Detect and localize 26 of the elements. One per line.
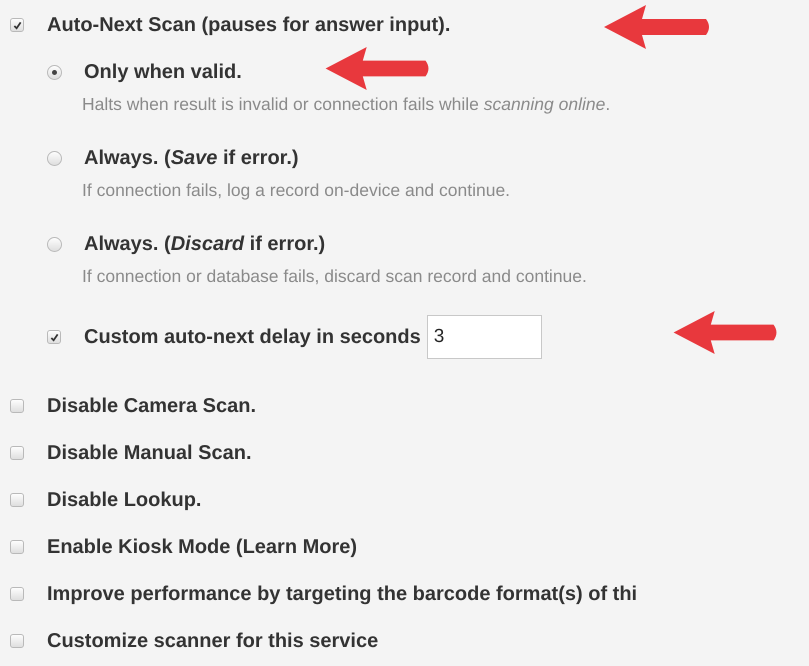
checkbox[interactable] — [10, 493, 24, 507]
option-label: Improve performance by targeting the barcode format(s) of thi — [47, 582, 638, 606]
radio-button[interactable] — [47, 150, 62, 166]
radio-label: Always. (Discard if error.) — [84, 232, 326, 256]
option-description: Halts when result is invalid or connection fails while scanning online. — [82, 93, 612, 116]
checkbox[interactable] — [10, 587, 24, 601]
radio-label: Always. (Save if error.) — [84, 146, 299, 170]
option-label: Custom auto-next delay in seconds — [84, 326, 421, 348]
radio-label: Only when valid. — [84, 60, 242, 84]
delay-input[interactable]: 3 — [426, 315, 542, 359]
option-label: Customize scanner for this service — [47, 630, 378, 652]
checkbox[interactable] — [10, 446, 24, 460]
option-label: Enable Kiosk Mode (Learn More) — [47, 536, 358, 558]
option-label: Disable Manual Scan. — [47, 442, 252, 464]
radio-button[interactable] — [47, 64, 62, 80]
checkbox[interactable] — [47, 330, 61, 344]
option-description: If connection fails, log a record on-device and continue. — [82, 179, 512, 202]
checkbox[interactable] — [10, 18, 24, 32]
option-label: Disable Lookup. — [47, 488, 202, 512]
option-label: Disable Camera Scan. — [47, 394, 256, 418]
checkbox[interactable] — [10, 399, 24, 413]
radio-button[interactable] — [47, 236, 62, 252]
checkbox[interactable] — [10, 634, 24, 648]
option-label: Auto-Next Scan (pauses for answer input). — [47, 14, 450, 36]
option-description: If connection or database fails, discard scan record and continue. — [82, 265, 588, 288]
checkbox[interactable] — [10, 540, 24, 554]
